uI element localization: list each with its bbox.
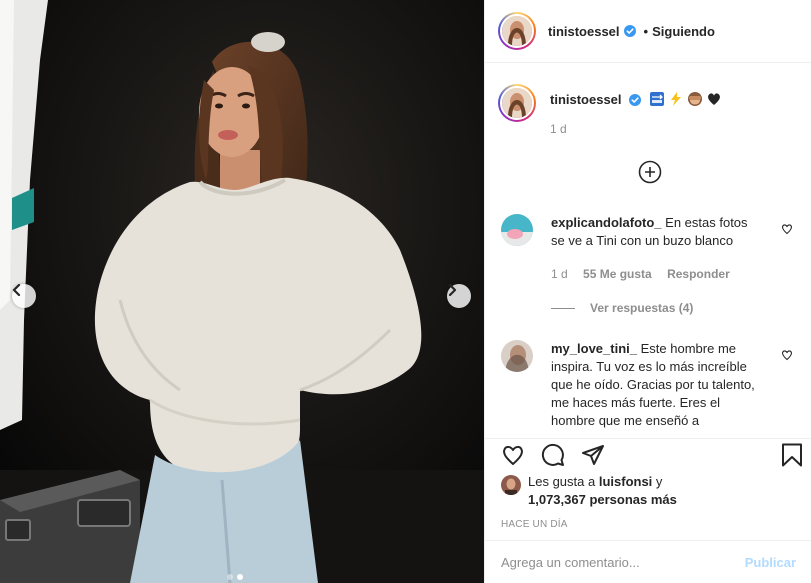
avatar-image — [502, 16, 532, 46]
follow-status-button[interactable]: Siguiendo — [652, 24, 715, 39]
verified-badge-icon — [629, 94, 642, 106]
comment-like-heart-icon[interactable] — [781, 223, 793, 235]
avatar-image — [502, 88, 532, 118]
photo-image — [0, 0, 484, 583]
liker-username[interactable]: luisfonsi — [599, 474, 652, 489]
replies-divider — [551, 307, 575, 309]
publish-comment-button[interactable]: Publicar — [745, 555, 796, 570]
black-heart-icon — [707, 93, 720, 105]
comment-meta: 1 d 55 Me gusta Responder — [551, 267, 742, 281]
comment-likes[interactable]: 55 Me gusta — [583, 267, 652, 281]
chevron-right-icon — [448, 284, 457, 296]
comment-time[interactable]: 1 d — [551, 267, 568, 281]
comment-like-heart-icon[interactable] — [781, 349, 793, 361]
header-separator: • — [643, 23, 649, 39]
share-paper-plane-icon[interactable] — [581, 443, 605, 467]
caption-emojis — [649, 91, 722, 107]
author-avatar[interactable] — [498, 12, 536, 50]
likes-count[interactable]: 1,073,367 personas más — [528, 492, 677, 507]
carousel-dot — [227, 574, 233, 580]
like-heart-icon[interactable] — [501, 443, 525, 467]
post-actions: Les gusta a luisfonsi y 1,073,367 person… — [485, 438, 811, 539]
load-more-comments-button[interactable] — [638, 160, 662, 184]
reply-button[interactable]: Responder — [667, 267, 730, 281]
liker-avatar[interactable] — [501, 475, 521, 495]
caption-avatar[interactable] — [498, 84, 536, 122]
comments-list[interactable]: tinistoessel 1 d explicandolafoto_ En es… — [485, 64, 811, 438]
verified-badge-icon — [623, 25, 636, 37]
comment-item: explicandolafoto_ En estas fotos se ve a… — [501, 214, 801, 250]
soon-arrow-icon — [649, 92, 664, 106]
likes-conjunction: y — [655, 474, 663, 489]
post-photo[interactable] — [0, 0, 484, 583]
commenter-username[interactable]: explicandolafoto_ — [551, 215, 662, 230]
carousel-dot-active — [237, 574, 243, 580]
commenter-avatar[interactable] — [501, 214, 533, 246]
add-comment-form: Publicar — [485, 540, 811, 583]
avatar-image — [501, 214, 533, 246]
plus-circle-icon — [638, 160, 662, 184]
commenter-username[interactable]: my_love_tini_ — [551, 341, 637, 356]
view-replies-label: Ver respuestas (4) — [590, 301, 694, 315]
caption-time[interactable]: 1 d — [550, 122, 722, 136]
comment-input[interactable] — [501, 554, 745, 570]
avatar-image — [501, 475, 521, 495]
author-username[interactable]: tinistoessel — [548, 24, 620, 39]
post-header: tinistoessel • Siguiendo — [485, 0, 811, 63]
view-replies-button[interactable]: Ver respuestas (4) — [551, 301, 693, 315]
comment-item: my_love_tini_ Este hombre me inspira. Tu… — [501, 340, 801, 430]
chevron-left-icon — [12, 284, 21, 296]
avatar-image — [501, 340, 533, 372]
caption-username[interactable]: tinistoessel — [550, 92, 622, 107]
save-bookmark-icon[interactable] — [781, 443, 803, 467]
post-timestamp[interactable]: Hace un día — [501, 519, 568, 530]
post-side-panel: tinistoessel • Siguiendo tinistoessel 1 … — [484, 0, 811, 583]
post-caption: tinistoessel 1 d — [498, 84, 722, 136]
next-slide-button[interactable] — [447, 284, 471, 308]
likes-summary[interactable]: Les gusta a luisfonsi y 1,073,367 person… — [501, 473, 677, 509]
high-voltage-icon — [670, 92, 681, 106]
commenter-avatar[interactable] — [501, 340, 533, 372]
previous-slide-button[interactable] — [12, 284, 36, 308]
likes-prefix: Les gusta a — [528, 474, 596, 489]
carousel-indicator — [227, 574, 243, 580]
comment-icon[interactable] — [541, 443, 565, 467]
see-no-evil-monkey-icon — [687, 92, 702, 106]
